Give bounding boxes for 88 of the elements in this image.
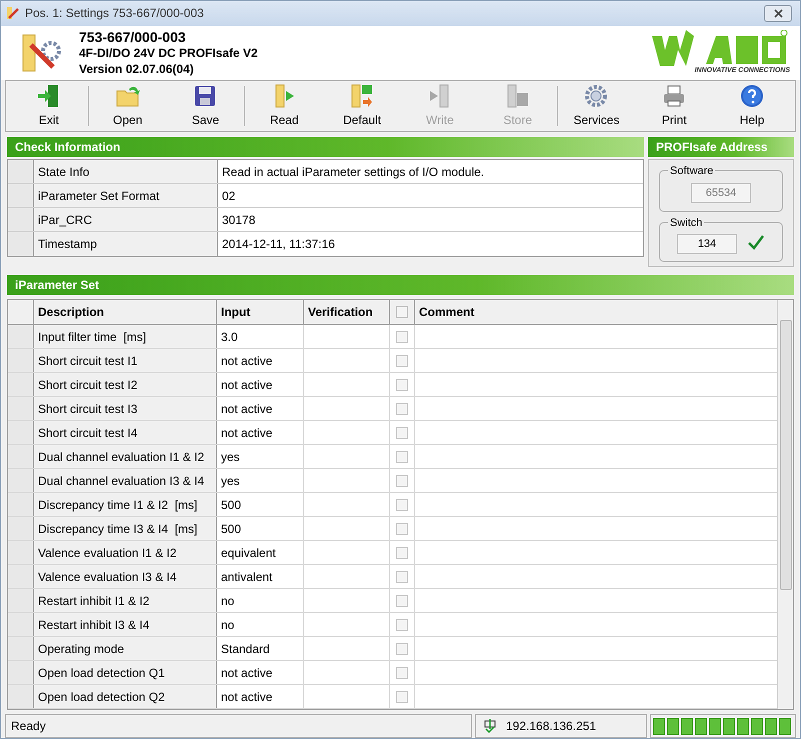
ip-address: 192.168.136.251 <box>506 718 596 736</box>
checkbox[interactable] <box>396 330 408 343</box>
table-cell: no <box>217 613 304 636</box>
checkbox[interactable] <box>396 426 408 439</box>
table-cell: not active <box>217 421 304 444</box>
table-cell: not active <box>217 349 304 372</box>
table-cell: Discrepancy time I3 & I4 [ms] <box>34 517 217 540</box>
checkbox[interactable] <box>396 450 408 463</box>
table-cell: Dual channel evaluation I1 & I2 <box>34 445 217 468</box>
table-cell: not active <box>217 397 304 420</box>
module-disk-icon <box>504 83 531 110</box>
table-cell: not active <box>217 373 304 396</box>
table-cell-text: 2014-12-11, 11:37:16 <box>221 236 336 254</box>
checkbox[interactable] <box>396 546 408 559</box>
toolbar-button[interactable]: Save <box>166 81 244 132</box>
section-header: iParameter Set <box>7 275 794 296</box>
checkbox[interactable] <box>396 378 408 391</box>
table-cell-text: 30178 <box>221 212 256 229</box>
table-cell: Dual channel evaluation I3 & I4 <box>34 469 217 492</box>
table-cell: Short circuit test I2 <box>34 373 217 396</box>
module-name: 4F-DI/DO 24V DC PROFIsafe V2 <box>79 44 258 61</box>
table-cell: Open load detection Q2 <box>34 685 217 708</box>
table-cell: Restart inhibit I3 & I4 <box>34 613 217 636</box>
window-title: Pos. 1: Settings 753-667/000-003 <box>25 5 204 22</box>
checkbox[interactable] <box>396 354 408 367</box>
checkbox[interactable] <box>396 402 408 415</box>
toolbar-button[interactable]: Print <box>635 81 714 132</box>
table-cell: no <box>217 589 304 612</box>
table-cell: 3.0 <box>217 325 304 348</box>
column-header: Input <box>217 300 304 324</box>
checkbox[interactable] <box>396 618 408 631</box>
toolbar-button[interactable]: Help <box>713 81 791 132</box>
table-cell: not active <box>217 661 304 684</box>
table-cell: Valence evaluation I3 & I4 <box>34 565 217 588</box>
switch-field: 134 <box>677 234 737 254</box>
table-cell: Open load detection Q1 <box>34 661 217 684</box>
table-cell-text: 02 <box>221 188 236 205</box>
checkbox[interactable] <box>396 306 408 318</box>
help-icon <box>739 83 766 110</box>
table-cell: Restart inhibit I1 & I2 <box>34 589 217 612</box>
status-text: Ready <box>5 714 472 738</box>
table-cell: State Info <box>34 160 218 184</box>
scrollbar[interactable] <box>777 300 793 710</box>
close-button[interactable] <box>764 4 792 22</box>
checkbox[interactable] <box>396 690 408 703</box>
table-cell: Short circuit test I3 <box>34 397 217 420</box>
table-cell: antivalent <box>217 565 304 588</box>
table-cell: yes <box>217 469 304 492</box>
table-cell: 500 <box>217 517 304 540</box>
table-cell: equivalent <box>217 541 304 564</box>
table-cell: Operating mode <box>34 637 217 660</box>
table-cell-text: Read in actual iParameter settings of I/O module. <box>221 164 486 181</box>
checkbox[interactable] <box>396 498 408 511</box>
toolbar-button[interactable]: Open <box>88 81 167 132</box>
toolbar-button[interactable]: Read <box>245 81 324 132</box>
table-cell: iPar_CRC <box>34 208 218 232</box>
checkbox[interactable] <box>396 522 408 535</box>
checkbox[interactable] <box>396 642 408 655</box>
table-cell: Valence evaluation I1 & I2 <box>34 541 217 564</box>
toolbar-button[interactable]: Exit <box>10 81 88 132</box>
toolbar-button[interactable]: Services <box>558 81 636 132</box>
checkbox[interactable] <box>396 570 408 583</box>
close-icon <box>774 8 782 18</box>
toolbar-button[interactable]: Default <box>323 81 401 132</box>
checkbox[interactable] <box>396 474 408 487</box>
network-icon <box>482 719 498 734</box>
column-header: Verification <box>304 300 390 324</box>
table-cell: not active <box>217 685 304 708</box>
table-cell: Short circuit test I4 <box>34 421 217 444</box>
column-header: Description <box>34 300 217 324</box>
table-cell: Short circuit test I1 <box>34 349 217 372</box>
version-text: Version 02.07.06(04) <box>79 60 195 77</box>
table-cell: iParameter Set Format <box>34 184 218 208</box>
column-header: Comment <box>418 304 476 322</box>
table-cell: Timestamp <box>34 232 218 256</box>
article-number: 753-667/000-003 <box>79 28 187 45</box>
table-cell: Discrepancy time I1 & I2 [ms] <box>34 493 217 516</box>
software-field: 65534 <box>691 183 751 204</box>
gear-icon <box>583 83 610 110</box>
checkbox[interactable] <box>396 666 408 679</box>
table-cell: yes <box>217 445 304 468</box>
table-cell: 500 <box>217 493 304 516</box>
module-tools-icon <box>5 5 21 22</box>
table-cell: Input filter time [ms] <box>34 325 217 348</box>
table-cell: Standard <box>217 637 304 660</box>
section-header: PROFIsafe Address <box>648 137 794 158</box>
section-header: Check Information <box>7 137 644 158</box>
checkbox[interactable] <box>396 594 408 607</box>
